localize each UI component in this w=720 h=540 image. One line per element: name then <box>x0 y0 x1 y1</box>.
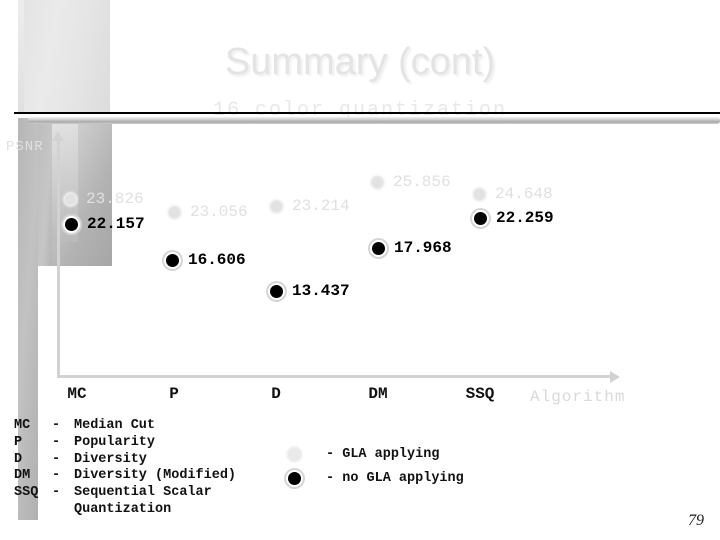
abbrev-key-dm: DM <box>14 468 31 484</box>
y-axis-title: PSNR <box>6 139 44 155</box>
data-point-nogla-ssq: 22.259 <box>474 209 554 227</box>
data-point-gla-mc: 23.826 <box>64 190 144 208</box>
abbreviation-row: SSQ - Sequential Scalar <box>14 485 236 502</box>
legend-item-nogla: - no GLA applying <box>288 468 464 488</box>
y-axis-line <box>57 138 60 378</box>
data-label-gla-d: 23.214 <box>292 197 350 215</box>
abbrev-key-d: D <box>14 451 23 467</box>
data-point-gla-dm: 25.856 <box>371 173 451 191</box>
abbrev-key-ssq: SSQ <box>14 485 39 501</box>
data-label-nogla-p: 16.606 <box>188 251 246 269</box>
marker-gla-icon <box>473 187 486 201</box>
data-label-gla-mc: 23.826 <box>86 190 144 208</box>
x-axis-title: Algorithm <box>530 388 626 406</box>
data-label-nogla-mc: 22.157 <box>87 215 145 233</box>
abbrev-text-ssq-continuation: Quantization <box>74 501 172 517</box>
abbrev-dash: - <box>52 451 61 467</box>
data-label-gla-p: 23.056 <box>190 203 248 221</box>
x-tick-label-p: P <box>169 385 179 403</box>
x-axis-line <box>57 375 612 378</box>
abbrev-key-p: P <box>14 434 23 450</box>
marker-gla-icon <box>64 192 77 206</box>
marker-nogla-icon <box>166 253 179 267</box>
data-label-nogla-d: 13.437 <box>292 282 350 300</box>
data-point-nogla-d: 13.437 <box>270 282 350 300</box>
x-tick-label-ssq: SSQ <box>465 385 495 403</box>
marker-gla-icon <box>168 205 181 219</box>
x-tick-label-mc: MC <box>67 385 87 403</box>
abbreviation-row: D - Diversity <box>14 452 236 469</box>
abbrev-dash: - <box>52 468 61 484</box>
marker-nogla-icon <box>474 211 487 225</box>
marker-nogla-icon <box>270 284 283 298</box>
x-tick-label-dm: DM <box>368 385 388 403</box>
abbrev-text-mc: Median Cut <box>74 418 156 433</box>
legend-item-gla: - GLA applying <box>288 444 464 464</box>
data-label-nogla-dm: 17.968 <box>394 239 452 257</box>
abbrev-dash: - <box>52 418 61 433</box>
abbreviation-row: DM - Diversity (Modified) <box>14 468 236 485</box>
data-point-nogla-mc: 22.157 <box>65 215 145 233</box>
abbrev-dash: - <box>52 434 61 450</box>
abbreviation-legend: MC - Median Cut P - Popularity D - Diver… <box>14 418 236 519</box>
y-axis-arrow-icon <box>52 131 64 141</box>
data-point-nogla-dm: 17.968 <box>372 239 452 257</box>
data-point-gla-d: 23.214 <box>270 197 350 215</box>
abbrev-dash: - <box>52 485 61 501</box>
data-point-gla-ssq: 24.648 <box>473 185 553 203</box>
marker-gla-icon <box>371 175 384 189</box>
chart-series-legend: - GLA applying - no GLA applying <box>288 444 464 492</box>
legend-marker-gla-icon <box>288 447 301 461</box>
data-label-gla-ssq: 24.648 <box>495 185 553 203</box>
marker-nogla-icon <box>372 241 385 255</box>
legend-label-nogla: - no GLA applying <box>326 470 464 486</box>
abbrev-text-p: Popularity <box>74 434 156 450</box>
abbreviation-row: MC - Median Cut <box>14 418 236 435</box>
page-number: 79 <box>688 512 704 529</box>
abbrev-text-ssq: Sequential Scalar <box>74 485 212 501</box>
slide-canvas: Summary (cont) 16 color quantization PSN… <box>0 0 720 540</box>
legend-label-gla: - GLA applying <box>326 446 440 462</box>
marker-nogla-icon <box>65 217 78 231</box>
legend-marker-nogla-icon <box>288 471 301 485</box>
data-point-gla-p: 23.056 <box>168 203 248 221</box>
data-point-nogla-p: 16.606 <box>166 251 246 269</box>
abbrev-text-dm: Diversity (Modified) <box>74 468 237 484</box>
abbrev-key-mc: MC <box>14 418 31 433</box>
abbrev-text-d: Diversity <box>74 451 147 467</box>
data-label-gla-dm: 25.856 <box>393 173 451 191</box>
x-axis-arrow-icon <box>610 371 620 383</box>
abbreviation-row: P - Popularity <box>14 435 236 452</box>
marker-gla-icon <box>270 199 283 213</box>
x-tick-label-d: D <box>271 385 281 403</box>
data-label-nogla-ssq: 22.259 <box>496 209 554 227</box>
